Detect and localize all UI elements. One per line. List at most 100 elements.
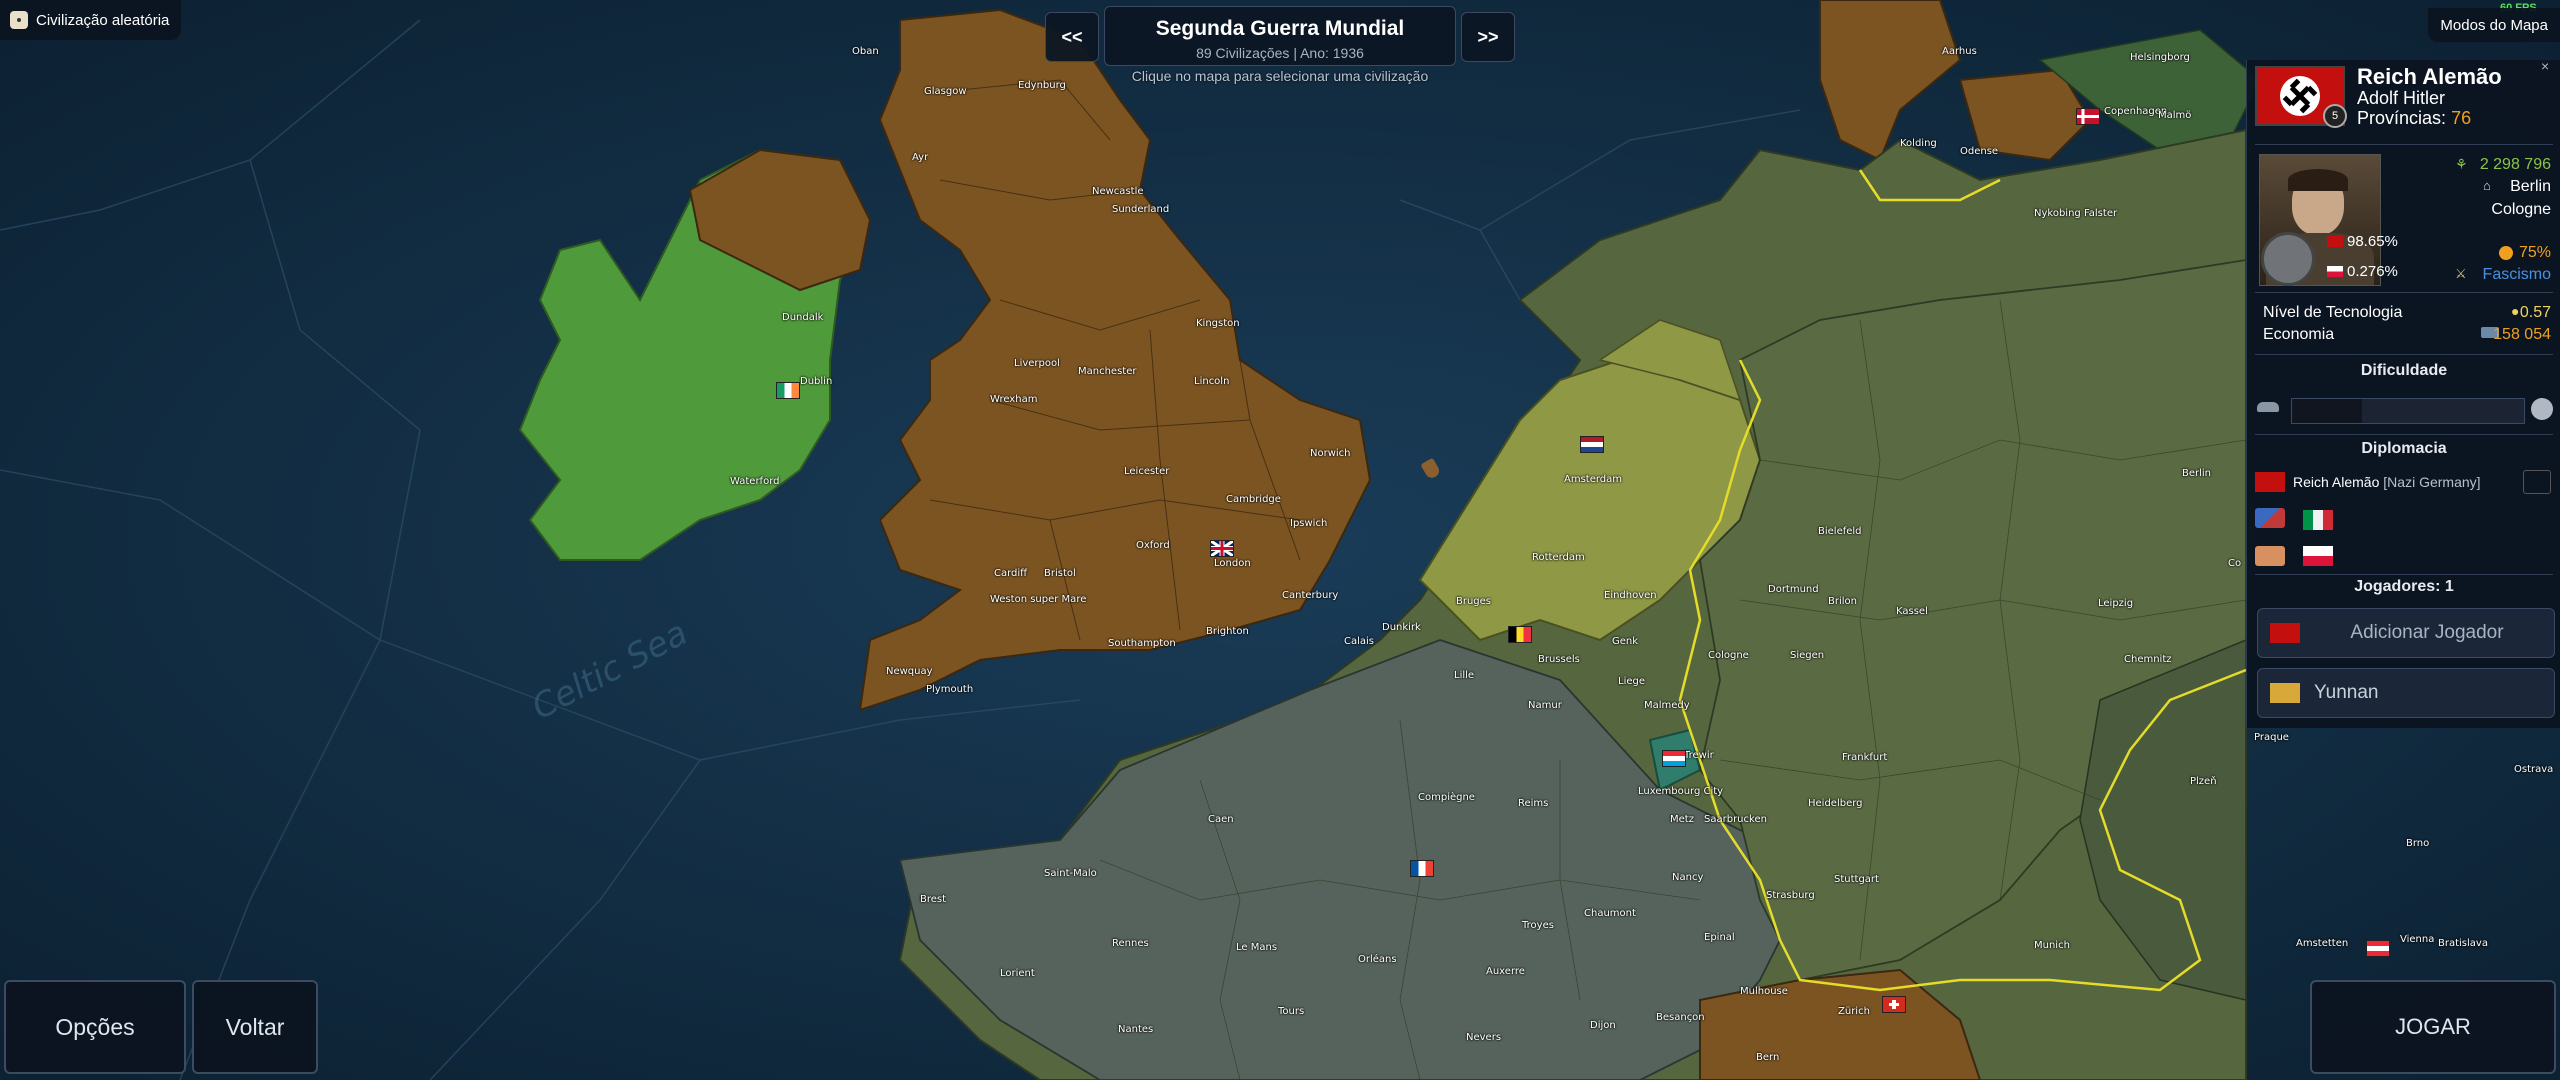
city-label: Edynburg bbox=[1018, 80, 1066, 91]
swiss-cross-icon bbox=[1889, 1000, 1899, 1009]
netherlands-flag[interactable] bbox=[1580, 436, 1604, 453]
city-label: Ipswich bbox=[1290, 518, 1328, 529]
city-label: Leicester bbox=[1124, 466, 1170, 477]
city-label: Bristol bbox=[1044, 568, 1076, 579]
portrait-overlay-icon[interactable] bbox=[2261, 232, 2315, 286]
uk-flag[interactable] bbox=[1210, 539, 1234, 558]
provinces-count: 76 bbox=[2451, 108, 2472, 128]
city-label: Compiègne bbox=[1418, 792, 1475, 803]
difficulty-slider[interactable] bbox=[2291, 398, 2525, 424]
diplomacy-entry-tag: [Nazi Germany] bbox=[2383, 474, 2481, 490]
city-label: Genk bbox=[1612, 636, 1639, 647]
city-label: Dijon bbox=[1590, 1020, 1616, 1031]
city-label: Bielefeld bbox=[1818, 526, 1862, 537]
city-label: Nancy bbox=[1672, 872, 1704, 883]
italy-flag-icon[interactable] bbox=[2303, 510, 2333, 530]
city-label: Lincoln bbox=[1194, 376, 1230, 387]
city-label: Canterbury bbox=[1282, 590, 1339, 601]
city-label: Saint-Malo bbox=[1044, 868, 1097, 879]
city-label: Waterford bbox=[730, 476, 780, 487]
uk-flag-icon bbox=[1210, 539, 1234, 558]
city-label: Sunderland bbox=[1112, 204, 1170, 215]
city-label: Orléans bbox=[1358, 954, 1397, 965]
city-label: Brest bbox=[920, 894, 947, 905]
player-civ-name: Yunnan bbox=[2314, 682, 2379, 703]
city-label: Newcastle bbox=[1092, 186, 1144, 197]
ideology-icon: ⚔ bbox=[2455, 266, 2467, 281]
city-label: Manchester bbox=[1078, 366, 1137, 377]
faction-emblem-icon bbox=[2523, 470, 2551, 494]
city-label: Dortmund bbox=[1768, 584, 1819, 595]
difficulty-heading: Dificuldade bbox=[2360, 362, 2448, 379]
civ-leader: Adolf Hitler bbox=[2357, 88, 2446, 108]
city-label: Brilon bbox=[1828, 596, 1857, 607]
city-label: Oban bbox=[852, 46, 879, 57]
france-flag[interactable] bbox=[1410, 860, 1434, 877]
city-label: Amstetten bbox=[2296, 938, 2349, 949]
city-label: Brno bbox=[2406, 838, 2430, 849]
city-label: Co bbox=[2228, 558, 2242, 569]
tech-icon: ● bbox=[2511, 303, 2520, 319]
agreement-icon bbox=[2255, 546, 2285, 566]
tech-label: Nível de Tecnologia bbox=[2263, 304, 2403, 321]
city-label: Kolding bbox=[1900, 138, 1937, 149]
difficulty-hard-icon bbox=[2531, 398, 2553, 420]
back-button[interactable]: Voltar bbox=[192, 980, 318, 1074]
city-label: Southampton bbox=[1108, 638, 1176, 649]
city-label: Malmedy bbox=[1644, 700, 1690, 711]
random-civilization-button[interactable]: Civilização aleatória bbox=[0, 0, 182, 40]
city-label: Dublin bbox=[800, 376, 833, 387]
city-label: Rennes bbox=[1112, 938, 1149, 949]
previous-scenario-button[interactable]: << bbox=[1045, 12, 1099, 62]
city-label: Besançon bbox=[1656, 1012, 1705, 1023]
world-map[interactable]: Celtic Sea bbox=[0, 0, 2560, 1080]
city-label: Epinal bbox=[1704, 932, 1735, 943]
second-city: Cologne bbox=[2491, 201, 2551, 218]
provinces-label: Províncias: bbox=[2357, 108, 2447, 128]
city-label: Nevers bbox=[1466, 1032, 1502, 1043]
danish-cross-icon bbox=[2077, 109, 2099, 124]
economy-value: 158 054 bbox=[2493, 326, 2551, 343]
switzerland-flag[interactable] bbox=[1882, 996, 1906, 1013]
civilization-sidebar: × 5 Reich Alemão Adolf Hitler Províncias… bbox=[2246, 58, 2560, 728]
luxembourg-flag[interactable] bbox=[1662, 750, 1686, 767]
city-label: Lorient bbox=[1000, 968, 1035, 979]
dice-icon bbox=[10, 11, 28, 29]
map-modes-button[interactable]: Modos do Mapa bbox=[2428, 8, 2560, 42]
city-label: Glasgow bbox=[924, 86, 967, 97]
denmark-flag[interactable] bbox=[2076, 108, 2100, 125]
alliance-icon bbox=[2255, 508, 2285, 528]
diplomacy-entry[interactable]: Reich Alemão [Nazi Germany] bbox=[2293, 474, 2481, 490]
city-label: Norwich bbox=[1310, 448, 1351, 459]
city-label: Praque bbox=[2254, 732, 2289, 743]
city-label: Le Mans bbox=[1236, 942, 1278, 953]
poland-flag-large-icon[interactable] bbox=[2303, 546, 2333, 566]
city-label: Auxerre bbox=[1486, 966, 1525, 977]
city-label: Tours bbox=[1278, 1006, 1305, 1017]
map-hint: Clique no mapa para selecionar uma civil… bbox=[1131, 68, 1429, 84]
city-label: Newquay bbox=[886, 666, 933, 677]
city-label: Cologne bbox=[1708, 650, 1749, 661]
scenario-title: Segunda Guerra Mundial bbox=[1155, 17, 1405, 40]
city-label: Brighton bbox=[1206, 626, 1249, 637]
next-scenario-button[interactable]: >> bbox=[1461, 12, 1515, 62]
play-button[interactable]: JOGAR bbox=[2310, 980, 2556, 1074]
belgium-flag[interactable] bbox=[1508, 626, 1532, 643]
city-label: Lille bbox=[1454, 670, 1475, 681]
player-entry-yunnan[interactable]: Yunnan bbox=[2257, 668, 2555, 718]
civ-rank-badge: 5 bbox=[2323, 104, 2347, 128]
city-label: Stuttgart bbox=[1834, 874, 1879, 885]
austria-flag[interactable] bbox=[2366, 940, 2390, 957]
ireland-flag[interactable] bbox=[776, 382, 800, 399]
city-label: Troyes bbox=[1522, 920, 1554, 931]
city-label: Bern bbox=[1756, 1052, 1780, 1063]
civ-name: Reich Alemão bbox=[2357, 64, 2502, 89]
close-icon[interactable]: × bbox=[2541, 58, 2555, 74]
add-player-button[interactable]: Adicionar Jogador bbox=[2257, 608, 2555, 658]
options-button[interactable]: Opções bbox=[4, 980, 186, 1074]
city-label: Leipzig bbox=[2098, 598, 2134, 609]
city-label: Reims bbox=[1518, 798, 1549, 809]
german-flag-icon bbox=[2327, 236, 2343, 247]
city-label: Mulhouse bbox=[1740, 986, 1788, 997]
city-label: Bratislava bbox=[2438, 938, 2488, 949]
